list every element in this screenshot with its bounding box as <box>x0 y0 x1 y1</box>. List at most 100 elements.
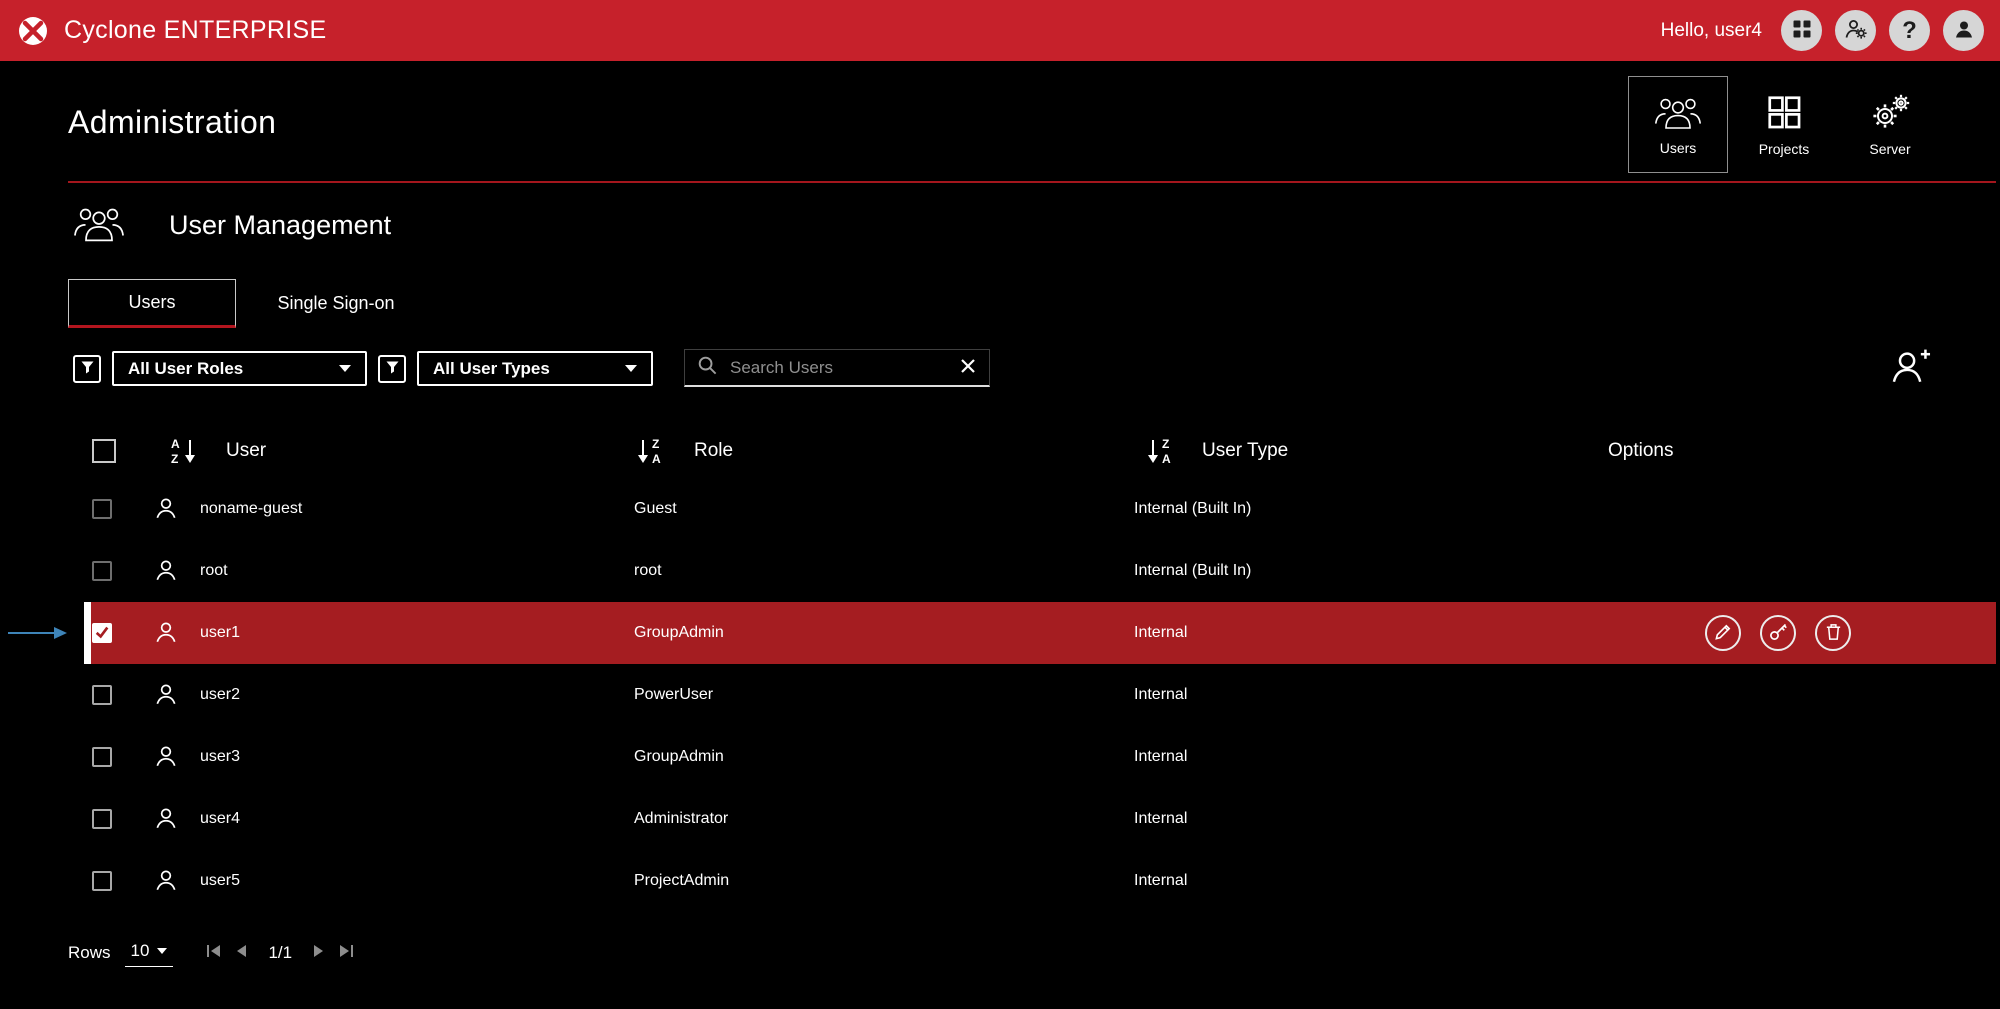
user-icon <box>153 867 179 893</box>
help-button[interactable]: ? <box>1889 10 1930 51</box>
type-filter-button[interactable] <box>378 355 406 383</box>
section-header: User Management <box>73 203 391 248</box>
sort-role-icon[interactable]: ZA <box>636 436 666 466</box>
row-checkbox[interactable] <box>92 561 112 581</box>
funnel-icon <box>80 360 95 378</box>
pencil-icon <box>1714 622 1733 644</box>
annotation-arrow <box>8 624 68 647</box>
grid-icon <box>1791 18 1813 43</box>
clear-search-button[interactable] <box>959 357 977 378</box>
pagination: 1/1 <box>205 943 355 963</box>
user-icon <box>153 681 179 707</box>
tab-bar: Users Single Sign-on <box>68 279 436 328</box>
trash-icon <box>1824 622 1843 644</box>
last-page-icon <box>338 943 355 962</box>
user-type: Internal <box>1134 602 1187 664</box>
tab-single-sign-on[interactable]: Single Sign-on <box>236 279 436 328</box>
user-roles-select-value: All User Roles <box>128 359 243 379</box>
topbar-right: Hello, user4 <box>1661 10 1984 51</box>
user-table: noname-guest Guest Internal (Built In) r… <box>84 478 1996 912</box>
svg-text:A: A <box>652 452 661 466</box>
nav-users-button[interactable]: Users <box>1628 76 1728 173</box>
table-row[interactable]: root root Internal (Built In) <box>84 540 1996 602</box>
funnel-icon <box>385 360 400 378</box>
role-filter-button[interactable] <box>73 355 101 383</box>
table-header: AZ User ZA Role ZA User Type Options <box>84 425 1996 477</box>
user-name: root <box>200 540 228 602</box>
row-checkbox[interactable] <box>92 809 112 829</box>
page-indicator: 1/1 <box>268 943 292 963</box>
tab-users[interactable]: Users <box>68 279 236 328</box>
first-page-button[interactable] <box>205 943 222 962</box>
rows-per-page-select[interactable]: 10 <box>125 938 174 967</box>
edit-user-button[interactable] <box>1705 615 1741 651</box>
svg-text:Z: Z <box>1162 437 1169 451</box>
user-types-select[interactable]: All User Types <box>417 351 653 386</box>
search-icon <box>697 355 718 381</box>
topbar: Cyclone ENTERPRISE Hello, user4 <box>0 0 2000 61</box>
sort-user-icon[interactable]: AZ <box>168 436 198 466</box>
search-input[interactable] <box>728 357 949 379</box>
next-page-icon <box>312 943 326 962</box>
next-page-button[interactable] <box>312 943 326 962</box>
user-greeting: Hello, user4 <box>1661 20 1762 42</box>
user-role: GroupAdmin <box>634 602 724 664</box>
user-name: user5 <box>200 850 240 912</box>
user-roles-select[interactable]: All User Roles <box>112 351 367 386</box>
chevron-down-icon <box>625 365 637 372</box>
user-type: Internal <box>1134 788 1187 850</box>
svg-text:Z: Z <box>171 452 178 466</box>
table-row-selected[interactable]: user1 GroupAdmin Internal <box>84 602 1996 664</box>
table-row[interactable]: user3 GroupAdmin Internal <box>84 726 1996 788</box>
previous-page-button[interactable] <box>234 943 248 962</box>
add-user-button[interactable] <box>1888 346 1934 388</box>
rows-label: Rows <box>68 943 111 963</box>
svg-text:A: A <box>1162 452 1171 466</box>
user-role: GroupAdmin <box>634 726 724 788</box>
row-checkbox[interactable] <box>92 747 112 767</box>
key-icon <box>1768 622 1788 645</box>
table-row[interactable]: noname-guest Guest Internal (Built In) <box>84 478 1996 540</box>
users-group-icon <box>1654 94 1702 133</box>
delete-user-button[interactable] <box>1815 615 1851 651</box>
rows-per-page-value: 10 <box>131 941 150 961</box>
column-header-options: Options <box>1608 425 1673 477</box>
user-type: Internal <box>1134 664 1187 726</box>
user-icon <box>153 619 179 645</box>
row-checkbox[interactable] <box>92 685 112 705</box>
user-role: Administrator <box>634 788 728 850</box>
column-header-user: User <box>226 425 266 477</box>
user-type: Internal (Built In) <box>1134 478 1251 540</box>
user-icon <box>153 495 179 521</box>
sort-user-type-icon[interactable]: ZA <box>1146 436 1176 466</box>
app-title: Cyclone ENTERPRISE <box>64 16 326 45</box>
check-icon <box>94 624 110 643</box>
column-header-user-type: User Type <box>1202 425 1288 477</box>
row-checkbox[interactable] <box>92 871 112 891</box>
user-management-icon <box>73 203 125 248</box>
last-page-button[interactable] <box>338 943 355 962</box>
previous-page-icon <box>234 943 248 962</box>
row-checkbox[interactable] <box>92 623 112 643</box>
nav-server-button[interactable]: Server <box>1840 76 1940 173</box>
table-footer: Rows 10 1/1 <box>68 938 355 967</box>
user-name: user3 <box>200 726 240 788</box>
user-role: Guest <box>634 478 677 540</box>
row-options <box>1705 615 1851 651</box>
table-row[interactable]: user5 ProjectAdmin Internal <box>84 850 1996 912</box>
user-admin-button[interactable] <box>1835 10 1876 51</box>
svg-text:A: A <box>171 437 180 451</box>
row-checkbox[interactable] <box>92 499 112 519</box>
user-type: Internal <box>1134 850 1187 912</box>
user-name: user4 <box>200 788 240 850</box>
user-type: Internal <box>1134 726 1187 788</box>
svg-text:Z: Z <box>652 437 659 451</box>
app-launcher-button[interactable] <box>1781 10 1822 51</box>
table-row[interactable]: user4 Administrator Internal <box>84 788 1996 850</box>
account-button[interactable] <box>1943 10 1984 51</box>
table-row[interactable]: user2 PowerUser Internal <box>84 664 1996 726</box>
select-all-checkbox[interactable] <box>92 439 116 463</box>
user-icon <box>153 743 179 769</box>
nav-projects-button[interactable]: Projects <box>1734 76 1834 173</box>
reset-password-button[interactable] <box>1760 615 1796 651</box>
